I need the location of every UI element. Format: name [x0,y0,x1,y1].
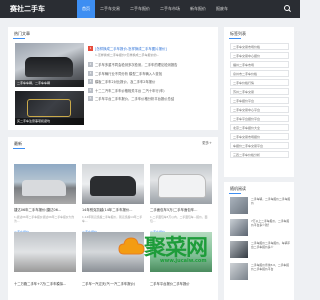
list-item-title[interactable]: 二手车平台二手车报价，二手车价格分析平台报价总结 [95,96,174,101]
rank-badge: 4 [88,79,93,85]
site-logo[interactable]: 赛社二手车 [10,4,45,14]
top-nav-bar: 赛社二手车 首页 二手车交易 二手车报价 二手车市场 新车报价 报废车 [0,0,300,18]
article-card[interactable]: 捷达06年二手车报价(捷达06... 1.捷达06年二手车报价捷达06年二手车报… [14,164,76,234]
article-card-image[interactable] [150,164,212,204]
search-icon[interactable] [284,5,290,11]
tag-link[interactable]: 车报价二手车交易平台 [230,142,289,149]
rank-badge: 5 [88,87,93,93]
hot-articles-title: 热门文章 [13,31,30,39]
nav-home[interactable]: 首页 [77,0,95,18]
tag-link[interactable]: 三四二手车价格分析 [230,151,289,158]
rank-badge: 2 [88,62,93,67]
nav-used-car-trade[interactable]: 二手车交易 [95,0,125,18]
random-read-title: 随机阅读 [229,186,246,194]
rank-badge: 3 [88,70,93,76]
tag-link[interactable]: 福州二手车市场 [230,61,289,68]
article-card-desc: 1.二手面包车5万以内，二手面包车...报价，面包... [150,215,208,223]
feature-article-caption[interactable]: 二手车车辆，二手车车辆 [15,80,84,87]
list-item[interactable]: 6 二手车平台二手车报价，二手车价格分析平台报价总结 [88,95,213,104]
list-item[interactable]: 5 十二二汽车二手车价格相关平台 二汽十年行(车) [88,87,213,96]
list-item[interactable]: 3 二手车辆行业不同分析 模型二手车辆入人查找 [88,70,213,79]
nav-new-car-price[interactable]: 新车报价 [185,0,211,18]
car-image [25,57,73,77]
tags-panel: 标签列表 二手车交易市场价格 二手车交易中心报价 福州二手车市场 泉州市二手车价… [224,27,294,177]
watermark-url: www.jucaiw.com [160,258,207,264]
hot-article-list: 1 [怎样换成二手车报价-怎样换成二手车图片报价] 1.怎样换成二手车报价?怎样… [88,45,213,104]
watermark-logo: 聚菜网 www.jucaiw.com [118,230,268,274]
nav-scrap-car[interactable]: 报废车 [211,0,233,18]
article-card-image[interactable] [82,164,144,204]
article-card-title[interactable]: 二手车一汽过天(汽·一汽二手车报价) [82,281,144,286]
tag-link[interactable]: 泉州市二手车价格 [230,70,289,77]
list-item-title[interactable]: 模板二手车2对比报价，及二手车2年报价 [95,79,155,84]
article-card[interactable]: 14年别克凯越(14年二手车报价... 1.14年别克凯越二手车报价，别克凯越1… [82,164,144,234]
tag-link[interactable]: 苏州二手车交易 [230,88,289,95]
article-card-title[interactable]: 十二万跑二手车+7万(二手车模拟... [14,281,76,286]
article-card-title[interactable]: 14年别克凯越(14年二手车报价... [82,207,144,212]
thumbnail[interactable] [230,197,248,214]
latest-panel: 最新 更多+ 捷达06年二手车报价(捷达06... 1.捷达06年二手车报价捷达… [8,137,218,300]
article-card-image[interactable] [14,164,76,204]
article-card-title[interactable]: 捷达06年二手车报价(捷达06... [14,207,76,212]
tags-title: 标签列表 [229,31,246,39]
article-card[interactable]: 二手面包车5万(二手车面包车... 1.二手面包车5万以内，二手面包车...报价… [150,164,212,234]
nav-used-car-price[interactable]: 二手车报价 [125,0,155,18]
rank-badge: 1 [88,46,93,51]
feature-article-caption-2[interactable]: 买二手车注意事项和避坑 [15,118,84,125]
article-card-image[interactable] [14,232,76,272]
feature-article-image-2[interactable]: 买二手车注意事项和避坑 [15,91,84,125]
article-card-title[interactable]: 二手车平台报价二手车报价 [150,281,212,286]
list-item-title[interactable]: 二手车辆，二手车报价二手车报价 [251,197,291,209]
hot-article-top-desc: 1.怎样换成二手车报价?怎样换成二手车报价的... [95,53,160,57]
feature-article-image[interactable]: 二手车车辆，二手车车辆 [15,43,84,87]
hot-article-top[interactable]: 1 [怎样换成二手车报价-怎样换成二手车图片报价] 1.怎样换成二手车报价?怎样… [88,45,213,61]
more-link[interactable]: 更多+ [202,141,212,146]
tag-link[interactable]: 二手车交易市场价格 [230,43,289,50]
tag-link[interactable]: 二手车交易中心报价 [230,52,289,59]
tag-link[interactable]: 二手车平台报价平台 [230,115,289,122]
list-item-title[interactable]: 十二二汽车二手车价格相关平台 二汽十年行(车) [95,88,165,93]
list-item-title[interactable]: 二手车多重不同会检测多次检测，二手车的理论检测报告 [95,62,177,67]
list-item-title[interactable]: 二手车辆行业不同分析 模型二手车辆入人查找 [95,71,162,76]
tag-link[interactable]: 二手车报价平台 [230,97,289,104]
main-nav: 首页 二手车交易 二手车报价 二手车市场 新车报价 报废车 [77,0,233,18]
latest-title: 最新 [13,141,25,149]
tag-link[interactable]: 二手车价格行情 [230,79,289,86]
nav-used-car-market[interactable]: 二手车市场 [155,0,185,18]
tag-link[interactable]: 二手车交易市场报价 [230,133,289,140]
hot-articles-panel: 热门文章 二手车车辆，二手车车辆 买二手车注意事项和避坑 1 [怎样换成二手车报… [8,27,218,130]
article-card-desc: 1.捷达06年二手车报价捷达06年二手车报价大约为... [14,215,75,223]
list-item[interactable]: 4 模板二手车2对比报价，及二手车2年报价 [88,78,213,87]
rank-badge: 6 [88,96,93,102]
tag-link[interactable]: 二手车交易中心平台 [230,106,289,113]
hot-article-top-title[interactable]: [怎样换成二手车报价-怎样换成二手车图片报价] [95,46,167,51]
article-card-desc: 1.14年别克凯越二手车报价，别克凯越14年二手车... [82,215,143,223]
tag-link[interactable]: 北京二手车报价大全 [230,124,289,131]
list-item[interactable]: 二手车辆，二手车报价二手车报价 [230,197,290,217]
list-item[interactable]: 2 二手车多重不同会检测多次检测，二手车的理论检测报告 [88,61,213,70]
article-card-title[interactable]: 二手面包车5万(二手车面包车... [150,207,212,212]
